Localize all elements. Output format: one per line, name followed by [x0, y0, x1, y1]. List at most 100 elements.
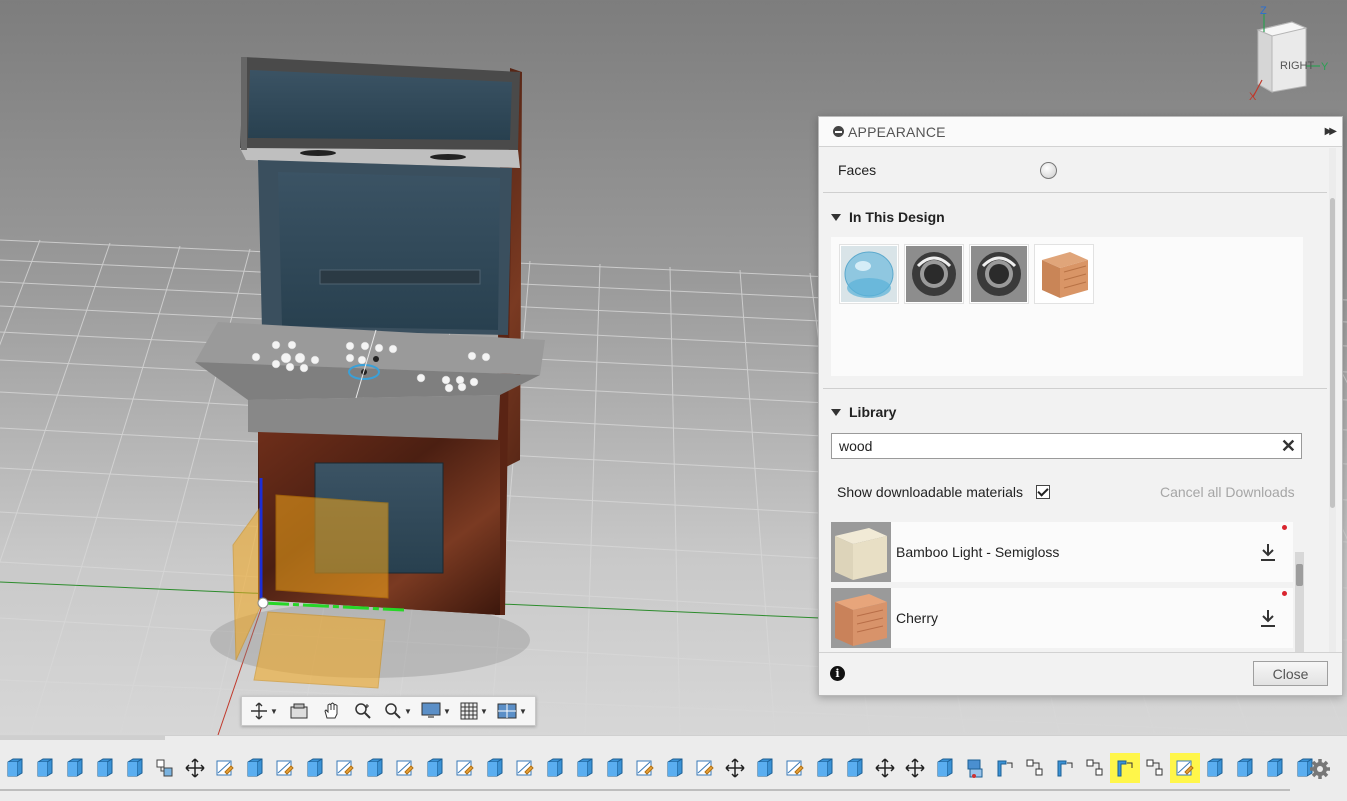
timeline-feature-body[interactable]: [1200, 753, 1230, 783]
timeline-feature-sketch[interactable]: [510, 753, 540, 783]
info-icon[interactable]: i: [830, 666, 845, 681]
timeline-feature-rigid-group[interactable]: [1050, 753, 1080, 783]
viewcube-face-label[interactable]: RIGHT: [1280, 60, 1315, 72]
body-icon: [37, 758, 53, 777]
orbit-button[interactable]: ▼: [246, 698, 282, 724]
expand-triangle-icon: [831, 408, 841, 416]
in-this-design-header[interactable]: In This Design: [819, 206, 945, 228]
body-icon: [1267, 758, 1283, 777]
rigid-group-icon: [1057, 760, 1073, 777]
library-material-list: Bamboo Light - Semigloss Cherry: [831, 522, 1295, 654]
list-item[interactable]: Bamboo Light - Semigloss: [831, 522, 1293, 582]
expand-panel-icon[interactable]: ▶▶: [1325, 126, 1338, 137]
sketch-icon: [516, 760, 534, 776]
timeline-feature-body[interactable]: [1260, 753, 1290, 783]
timeline-feature-sketch[interactable]: [270, 753, 300, 783]
move-icon: [875, 758, 895, 778]
download-icon[interactable]: [1259, 608, 1277, 628]
timeline-feature-body[interactable]: [300, 753, 330, 783]
timeline-feature-joint[interactable]: [960, 753, 990, 783]
zoom-button[interactable]: [348, 698, 378, 724]
clear-search-icon[interactable]: ✕: [1281, 437, 1296, 455]
faces-radio[interactable]: [1040, 161, 1057, 179]
timeline-feature-align[interactable]: [1080, 753, 1110, 783]
body-icon: [1237, 758, 1253, 777]
glass-material-swatch[interactable]: [840, 245, 898, 303]
fit-button[interactable]: ▼: [380, 698, 416, 724]
timeline-feature-move[interactable]: [870, 753, 900, 783]
timeline-feature-body[interactable]: [930, 753, 960, 783]
timeline-feature-sketch[interactable]: [210, 753, 240, 783]
viewports-button[interactable]: ▼: [494, 698, 530, 724]
timeline-feature-align[interactable]: [1020, 753, 1050, 783]
material-name: Cherry: [896, 610, 939, 626]
display-settings-icon: [421, 702, 441, 718]
chrome-material-swatch-2[interactable]: [970, 245, 1028, 303]
timeline-feature-sketch[interactable]: [450, 753, 480, 783]
align-icon: [1026, 759, 1043, 776]
body-icon: [307, 758, 323, 777]
download-icon[interactable]: [1259, 542, 1277, 562]
close-button[interactable]: Close: [1253, 661, 1328, 686]
pan-button[interactable]: [316, 698, 346, 724]
move-icon: [185, 758, 205, 778]
timeline-feature-move[interactable]: [180, 753, 210, 783]
timeline-feature-rigid-group[interactable]: [1110, 753, 1140, 783]
timeline-feature-sketch[interactable]: [630, 753, 660, 783]
gear-icon[interactable]: [1309, 758, 1331, 780]
material-list-scrollbar[interactable]: [1295, 552, 1304, 654]
timeline-feature-body[interactable]: [30, 753, 60, 783]
bamboo-swatch: [831, 522, 891, 582]
timeline-feature-body[interactable]: [360, 753, 390, 783]
timeline-feature-sketch[interactable]: [330, 753, 360, 783]
timeline-feature-body[interactable]: [240, 753, 270, 783]
viewcube[interactable]: RIGHT Z Y X: [1240, 2, 1340, 102]
timeline-feature-body[interactable]: [120, 753, 150, 783]
in-this-design-heading: In This Design: [849, 209, 945, 225]
wood-material-swatch[interactable]: [1035, 245, 1093, 303]
body-icon: [667, 758, 683, 777]
timeline-feature-body[interactable]: [0, 753, 30, 783]
timeline-feature-body[interactable]: [540, 753, 570, 783]
cancel-downloads-link[interactable]: Cancel all Downloads: [1160, 484, 1295, 500]
timeline-feature-move[interactable]: [720, 753, 750, 783]
timeline-feature-body[interactable]: [840, 753, 870, 783]
collapse-icon[interactable]: [833, 126, 844, 137]
apply-to-row: Faces: [823, 148, 1327, 193]
list-item[interactable]: Cherry: [831, 588, 1293, 648]
timeline-track[interactable]: [0, 788, 1290, 793]
grid-settings-button[interactable]: ▼: [456, 698, 492, 724]
timeline-feature-body[interactable]: [90, 753, 120, 783]
timeline-feature-body[interactable]: [660, 753, 690, 783]
show-downloadable-checkbox[interactable]: [1036, 485, 1050, 499]
body-icon: [577, 758, 593, 777]
timeline-feature-body[interactable]: [600, 753, 630, 783]
timeline-feature-align[interactable]: [1140, 753, 1170, 783]
library-heading: Library: [849, 404, 897, 420]
panel-title: APPEARANCE: [848, 123, 946, 140]
panel-scrollbar[interactable]: [1329, 148, 1336, 654]
timeline-feature-component[interactable]: [150, 753, 180, 783]
timeline-feature-rigid-group[interactable]: [990, 753, 1020, 783]
chrome-material-swatch[interactable]: [905, 245, 963, 303]
appearance-body: Faces In This Design Library wood ✕ Show…: [819, 148, 1331, 654]
timeline-feature-sketch[interactable]: [1170, 753, 1200, 783]
timeline-feature-body[interactable]: [1230, 753, 1260, 783]
display-settings-button[interactable]: ▼: [418, 698, 454, 724]
timeline-feature-body[interactable]: [60, 753, 90, 783]
timeline-feature-sketch[interactable]: [390, 753, 420, 783]
timeline-feature-sketch[interactable]: [690, 753, 720, 783]
timeline-feature-body[interactable]: [750, 753, 780, 783]
timeline-feature-move[interactable]: [900, 753, 930, 783]
timeline-feature-body[interactable]: [570, 753, 600, 783]
timeline-feature-body[interactable]: [420, 753, 450, 783]
timeline-feature-body[interactable]: [810, 753, 840, 783]
library-search-input[interactable]: [837, 437, 1261, 455]
timeline-scrollbar[interactable]: [0, 736, 165, 740]
look-at-button[interactable]: [284, 698, 314, 724]
timeline-feature-sketch[interactable]: [780, 753, 810, 783]
sketch-icon: [1176, 760, 1194, 776]
timeline-feature-body[interactable]: [480, 753, 510, 783]
library-header[interactable]: Library: [819, 401, 896, 423]
body-icon: [427, 758, 443, 777]
